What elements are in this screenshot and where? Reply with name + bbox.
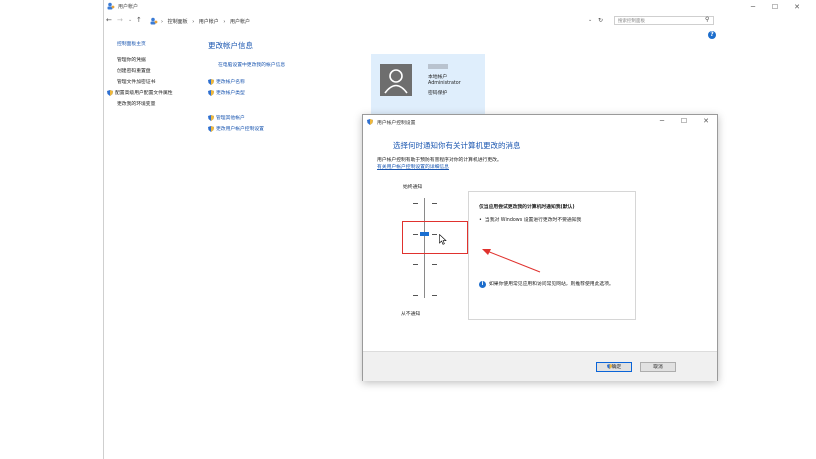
control-panel-home-link[interactable]: 控制面板主页 — [117, 40, 146, 47]
sidebar-link-env-vars[interactable]: 更改我的环境变量 — [117, 100, 155, 107]
shield-icon — [208, 78, 214, 85]
dialog-footer: 确定 取消 — [363, 351, 717, 381]
shield-icon — [208, 89, 214, 96]
redacted-username — [428, 64, 448, 69]
refresh-button[interactable]: ↻ — [598, 17, 603, 24]
search-input[interactable]: 搜索控制面板 — [614, 16, 714, 25]
close-button[interactable]: ✕ — [790, 2, 804, 12]
breadcrumb-user-icon — [150, 17, 158, 25]
back-button[interactable]: ← — [106, 16, 112, 24]
user-avatar-icon — [384, 69, 408, 94]
annotation-arrow — [482, 249, 541, 273]
sidebar-link-label: 配置高级用户配置文件属性 — [115, 91, 173, 96]
search-icon[interactable]: ⚲ — [705, 16, 709, 23]
manage-other-link[interactable]: 管理其他帐户 — [208, 114, 245, 121]
avatar — [380, 64, 412, 96]
account-type: Administrator — [428, 81, 461, 86]
uac-settings-link[interactable]: 更改用户帐户控制设置 — [208, 125, 264, 132]
ok-label: 确定 — [611, 365, 622, 370]
change-name-link[interactable]: 更改帐户名称 — [208, 78, 245, 85]
change-type-label: 更改帐户类型 — [216, 91, 245, 96]
sidebar-link-credentials[interactable]: 管理你的凭据 — [117, 56, 146, 63]
breadcrumb-user-accounts[interactable]: 用户帐户 — [199, 19, 219, 25]
up-button[interactable]: ↑ — [136, 16, 142, 24]
sidebar-link-advanced-profile[interactable]: 配置高级用户配置文件属性 — [107, 89, 173, 96]
cancel-button[interactable]: 取消 — [640, 362, 676, 372]
sidebar-link-encryption[interactable]: 管理文件加密证书 — [117, 78, 155, 85]
manage-other-label: 管理其他帐户 — [216, 116, 245, 121]
maximize-button[interactable]: ☐ — [768, 2, 782, 12]
left-divider — [103, 0, 104, 459]
breadcrumb: › 控制面板 › 用户帐户 › 用户帐户 — [161, 18, 253, 25]
page-title: 更改帐户信息 — [208, 41, 253, 50]
shield-icon — [208, 125, 214, 132]
window-title: 用户帐户 — [118, 4, 139, 10]
ok-button[interactable]: 确定 — [596, 362, 632, 372]
help-icon[interactable]: ? — [708, 31, 716, 39]
account-status: 密码保护 — [428, 91, 448, 96]
recent-dropdown-button[interactable]: ⌄ — [128, 17, 132, 23]
address-row: ← → ⌄ ↑ › 控制面板 › 用户帐户 › 用户帐户 ⌄ ↻ 搜索控制面板 … — [104, 14, 816, 28]
uac-settings-label: 更改用户帐户控制设置 — [216, 127, 264, 132]
shield-icon — [107, 89, 113, 96]
account-kind: 本地帐户 — [428, 75, 448, 80]
forward-button[interactable]: → — [117, 16, 123, 24]
breadcrumb-control-panel[interactable]: 控制面板 — [168, 19, 188, 25]
minimize-button[interactable]: ─ — [746, 2, 760, 12]
breadcrumb-sep: › — [161, 19, 163, 25]
shield-icon — [208, 114, 214, 121]
uac-dialog: 用户帐户控制设置 ─ ☐ ✕ 选择何时通知你有关计算机更改的消息 用户帐户控制有… — [362, 114, 718, 381]
breadcrumb-sep: › — [192, 19, 195, 25]
address-dropdown-icon[interactable]: ⌄ — [588, 17, 592, 23]
change-type-link[interactable]: 更改帐户类型 — [208, 89, 245, 96]
user-accounts-icon — [107, 2, 115, 10]
breadcrumb-current[interactable]: 用户帐户 — [230, 19, 250, 25]
account-card: 本地帐户 Administrator 密码保护 — [371, 54, 485, 116]
change-name-label: 更改帐户名称 — [216, 80, 245, 85]
window-titlebar: 用户帐户 ─ ☐ ✕ — [104, 0, 816, 14]
sidebar-link-reset-disk[interactable]: 创建密码重置盘 — [117, 67, 151, 74]
breadcrumb-sep: › — [223, 19, 226, 25]
pc-settings-link[interactable]: 在电脑设置中更改我的帐户信息 — [218, 61, 285, 68]
